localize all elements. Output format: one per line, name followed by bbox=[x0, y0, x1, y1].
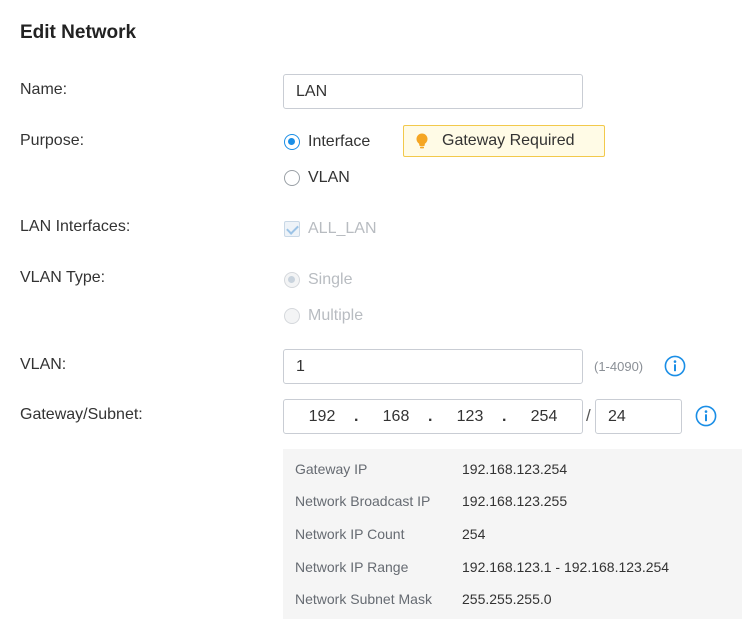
name-label: Name: bbox=[20, 81, 68, 98]
ip-octet-1[interactable]: 192 bbox=[297, 408, 347, 426]
subnet-mask-label: Network Subnet Mask bbox=[295, 591, 432, 607]
lan-interface-all-lan[interactable]: ALL_LAN bbox=[284, 220, 377, 238]
purpose-option-interface-label: Interface bbox=[308, 133, 371, 150]
radio-button-checked-disabled[interactable] bbox=[284, 272, 300, 288]
gateway-ip-label: Gateway IP bbox=[295, 461, 368, 477]
subnet-prefix-input[interactable]: 24 bbox=[595, 399, 682, 434]
purpose-label: Purpose: bbox=[20, 132, 85, 149]
lightbulb-icon bbox=[416, 133, 428, 149]
vlan-type-option-single[interactable]: Single bbox=[284, 271, 352, 289]
ip-dot-separator: . bbox=[354, 407, 359, 425]
radio-button[interactable] bbox=[284, 170, 300, 186]
gateway-ip-value: 192.168.123.254 bbox=[462, 461, 568, 477]
ip-count-label: Network IP Count bbox=[295, 526, 405, 542]
broadcast-ip-label: Network Broadcast IP bbox=[295, 493, 431, 509]
vlan-type-option-single-label: Single bbox=[308, 271, 353, 288]
ip-dot-separator: . bbox=[428, 407, 433, 425]
info-icon[interactable] bbox=[695, 405, 717, 427]
purpose-option-interface[interactable]: Interface bbox=[284, 133, 370, 151]
name-input[interactable]: LAN bbox=[283, 74, 583, 109]
purpose-option-vlan-label: VLAN bbox=[308, 169, 350, 186]
page-title: Edit Network bbox=[20, 22, 137, 43]
vlan-input-value: 1 bbox=[296, 357, 305, 375]
vlan-range-hint: (1-4090) bbox=[594, 359, 644, 374]
ip-range-value: 192.168.123.1 - 192.168.123.254 bbox=[462, 559, 670, 575]
ip-count-value: 254 bbox=[462, 526, 486, 542]
vlan-type-option-multiple[interactable]: Multiple bbox=[284, 307, 363, 325]
network-details-panel: Gateway IP 192.168.123.254 Network Broad… bbox=[283, 449, 742, 619]
vlan-input[interactable]: 1 bbox=[283, 349, 583, 384]
purpose-option-vlan[interactable]: VLAN bbox=[284, 169, 350, 187]
checkbox-checked-disabled[interactable] bbox=[284, 221, 300, 237]
subnet-separator: / bbox=[586, 406, 591, 425]
info-icon[interactable] bbox=[664, 355, 686, 377]
ip-dot-separator: . bbox=[502, 407, 507, 425]
gateway-subnet-label: Gateway/Subnet: bbox=[20, 406, 143, 423]
gateway-required-text: Gateway Required bbox=[442, 132, 575, 149]
gateway-required-notice: Gateway Required bbox=[403, 125, 605, 157]
gateway-ip-input[interactable]: 192 . 168 . 123 . 254 bbox=[283, 399, 583, 434]
vlan-type-option-multiple-label: Multiple bbox=[308, 307, 364, 324]
ip-range-label: Network IP Range bbox=[295, 559, 409, 575]
subnet-prefix-value: 24 bbox=[608, 407, 626, 425]
radio-button-checked[interactable] bbox=[284, 134, 300, 150]
ip-octet-2[interactable]: 168 bbox=[371, 408, 421, 426]
subnet-mask-value: 255.255.255.0 bbox=[462, 591, 552, 607]
broadcast-ip-value: 192.168.123.255 bbox=[462, 493, 568, 509]
ip-octet-4[interactable]: 254 bbox=[519, 408, 569, 426]
name-input-value: LAN bbox=[296, 82, 328, 100]
lan-interfaces-label: LAN Interfaces: bbox=[20, 218, 131, 235]
lan-interface-all-lan-label: ALL_LAN bbox=[308, 220, 377, 237]
vlan-type-label: VLAN Type: bbox=[20, 269, 106, 286]
vlan-label: VLAN: bbox=[20, 356, 67, 373]
radio-button-disabled[interactable] bbox=[284, 308, 300, 324]
ip-octet-3[interactable]: 123 bbox=[445, 408, 495, 426]
